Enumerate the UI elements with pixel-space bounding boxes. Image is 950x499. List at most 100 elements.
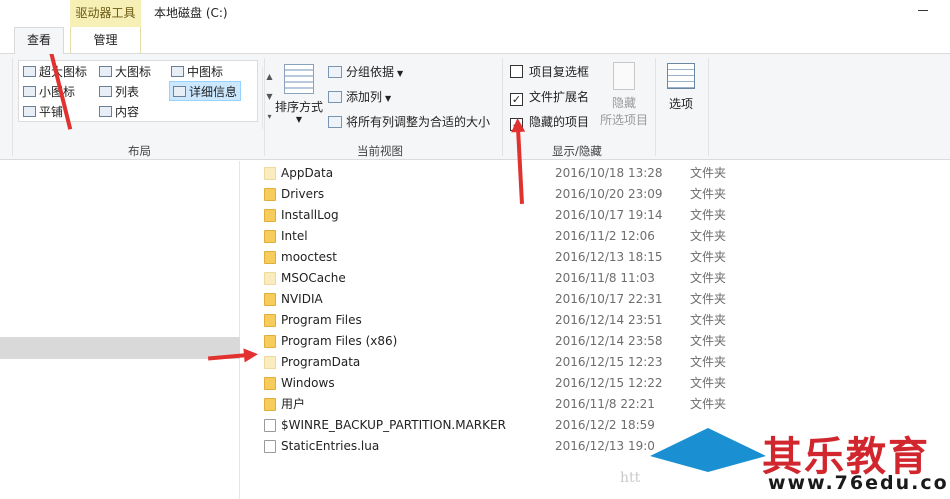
file-type: 文件夹 bbox=[690, 292, 727, 306]
add-column-button[interactable]: 添加列 ▼ bbox=[328, 86, 391, 108]
content-icon bbox=[99, 106, 112, 117]
folder-icon bbox=[264, 251, 276, 264]
file-name: Intel bbox=[281, 229, 308, 243]
layout-medium-icons[interactable]: 中图标 bbox=[171, 62, 223, 82]
file-date: 2016/10/18 13:28 bbox=[555, 166, 663, 180]
file-type: 文件夹 bbox=[690, 334, 727, 348]
file-type: 文件夹 bbox=[690, 166, 727, 180]
folder-faded-icon bbox=[264, 167, 276, 180]
watermark-url: www.76edu.com bbox=[768, 472, 950, 494]
ribbon-separator bbox=[502, 58, 503, 156]
file-date: 2016/12/13 19:0 bbox=[555, 439, 655, 453]
file-type: 文件夹 bbox=[690, 376, 727, 390]
file-name: mooctest bbox=[281, 250, 338, 264]
file-row[interactable]: MSOCache 2016/11/8 11:03 文件夹 bbox=[258, 268, 950, 289]
file-name: $WINRE_BACKUP_PARTITION.MARKER bbox=[281, 418, 506, 432]
file-row[interactable]: Windows 2016/12/15 12:22 文件夹 bbox=[258, 373, 950, 394]
tab-manage[interactable]: 管理 bbox=[70, 27, 141, 53]
list-icon bbox=[99, 86, 112, 97]
file-type: 文件夹 bbox=[690, 229, 727, 243]
tiles-icon bbox=[23, 106, 36, 117]
graduation-cap-icon bbox=[650, 428, 766, 456]
file-row[interactable]: Program Files 2016/12/14 23:51 文件夹 bbox=[258, 310, 950, 331]
ribbon-separator bbox=[655, 58, 656, 156]
file-row[interactable]: ProgramData 2016/12/15 12:23 文件夹 bbox=[258, 352, 950, 373]
layout-details[interactable]: 详细信息 bbox=[169, 81, 242, 101]
ribbon-separator bbox=[708, 58, 709, 156]
file-name: InstallLog bbox=[281, 208, 339, 222]
group-by-icon bbox=[328, 66, 342, 78]
add-column-icon bbox=[328, 91, 342, 103]
extra-large-icons-icon bbox=[23, 66, 36, 77]
file-name: Drivers bbox=[281, 187, 325, 201]
file-row[interactable]: Intel 2016/11/2 12:06 文件夹 bbox=[258, 226, 950, 247]
file-date: 2016/12/2 18:59 bbox=[555, 418, 655, 432]
layout-content[interactable]: 内容 bbox=[99, 102, 139, 122]
file-name: Program Files (x86) bbox=[281, 334, 398, 348]
folder-icon bbox=[264, 293, 276, 306]
chevron-down-icon: ▼ bbox=[385, 94, 392, 103]
file-name: Program Files bbox=[281, 313, 362, 327]
file-date: 2016/12/15 12:23 bbox=[555, 355, 663, 369]
file-date: 2016/11/2 12:06 bbox=[555, 229, 655, 243]
group-label-layout: 布局 bbox=[128, 144, 151, 158]
group-label-current-view: 当前视图 bbox=[357, 144, 403, 158]
fit-columns-button[interactable]: 将所有列调整为合适的大小 bbox=[328, 111, 490, 133]
chevron-down-icon: ▼ bbox=[295, 115, 303, 124]
file-row[interactable]: Drivers 2016/10/20 23:09 文件夹 bbox=[258, 184, 950, 205]
file-name: StaticEntries.lua bbox=[281, 439, 380, 453]
nav-selected-item[interactable] bbox=[0, 337, 240, 359]
tab-view[interactable]: 查看 bbox=[14, 27, 64, 54]
file-date: 2016/10/20 23:09 bbox=[555, 187, 663, 201]
layout-tiles[interactable]: 平铺 bbox=[23, 102, 63, 122]
sort-by-button[interactable]: 排序方式 ▼ bbox=[272, 60, 326, 136]
file-type: 文件夹 bbox=[690, 271, 727, 285]
large-icons-icon bbox=[99, 66, 112, 77]
file-name: ProgramData bbox=[281, 355, 361, 369]
file-date: 2016/12/13 18:15 bbox=[555, 250, 663, 264]
options-button[interactable]: 选项 bbox=[660, 60, 702, 112]
file-date: 2016/10/17 22:31 bbox=[555, 292, 663, 306]
layout-small-icons[interactable]: 小图标 bbox=[23, 82, 75, 102]
file-row[interactable]: AppData 2016/10/18 13:28 文件夹 bbox=[258, 163, 950, 184]
file-row[interactable]: InstallLog 2016/10/17 19:14 文件夹 bbox=[258, 205, 950, 226]
title-bar: 驱动器工具 管理 本地磁盘 (C:) 查看 bbox=[0, 0, 950, 54]
minimize-icon[interactable] bbox=[918, 10, 928, 11]
folder-icon bbox=[264, 209, 276, 222]
file-type: 文件夹 bbox=[690, 208, 727, 222]
folder-faded-icon bbox=[264, 272, 276, 285]
file-row[interactable]: Program Files (x86) 2016/12/14 23:58 文件夹 bbox=[258, 331, 950, 352]
folder-icon bbox=[264, 314, 276, 327]
navigation-pane[interactable] bbox=[0, 161, 240, 499]
file-icon bbox=[264, 419, 276, 432]
file-name: 用户 bbox=[281, 397, 306, 411]
item-checkboxes-toggle[interactable]: 项目复选框 bbox=[510, 61, 589, 83]
chevron-down-icon: ▼ bbox=[397, 69, 404, 78]
file-row[interactable]: mooctest 2016/12/13 18:15 文件夹 bbox=[258, 247, 950, 268]
folder-icon bbox=[264, 398, 276, 411]
medium-icons-icon bbox=[171, 66, 184, 77]
file-row[interactable]: NVIDIA 2016/10/17 22:31 文件夹 bbox=[258, 289, 950, 310]
group-label-show-hide: 显示/隐藏 bbox=[552, 144, 602, 158]
group-by-button[interactable]: 分组依据 ▼ bbox=[328, 61, 403, 83]
file-row[interactable]: 用户 2016/11/8 22:21 文件夹 bbox=[258, 394, 950, 415]
file-extensions-toggle[interactable]: ✓ 文件扩展名 bbox=[510, 86, 589, 108]
folder-icon bbox=[264, 230, 276, 243]
layout-list[interactable]: 列表 bbox=[99, 82, 139, 102]
watermark-fragment: htt bbox=[620, 470, 641, 486]
folder-faded-icon bbox=[264, 356, 276, 369]
file-date: 2016/10/17 19:14 bbox=[555, 208, 663, 222]
file-date: 2016/11/8 22:21 bbox=[555, 397, 655, 411]
hide-selected-items-button[interactable]: 隐藏 所选项目 bbox=[598, 60, 650, 128]
options-icon bbox=[667, 63, 695, 89]
file-extensions-checkbox[interactable]: ✓ bbox=[510, 93, 523, 106]
layout-large-icons[interactable]: 大图标 bbox=[99, 62, 151, 82]
item-checkboxes-checkbox[interactable] bbox=[510, 65, 523, 78]
fit-columns-icon bbox=[328, 116, 342, 128]
details-icon bbox=[173, 86, 186, 97]
file-date: 2016/11/8 11:03 bbox=[555, 271, 655, 285]
graduation-cap-icon bbox=[650, 456, 766, 472]
file-date: 2016/12/14 23:58 bbox=[555, 334, 663, 348]
ribbon: 超大图标 大图标 中图标 小图标 列表 详细信息 平铺 内容 ▲ ▼ ▾ 布局 … bbox=[0, 53, 950, 160]
hide-icon bbox=[613, 62, 635, 90]
